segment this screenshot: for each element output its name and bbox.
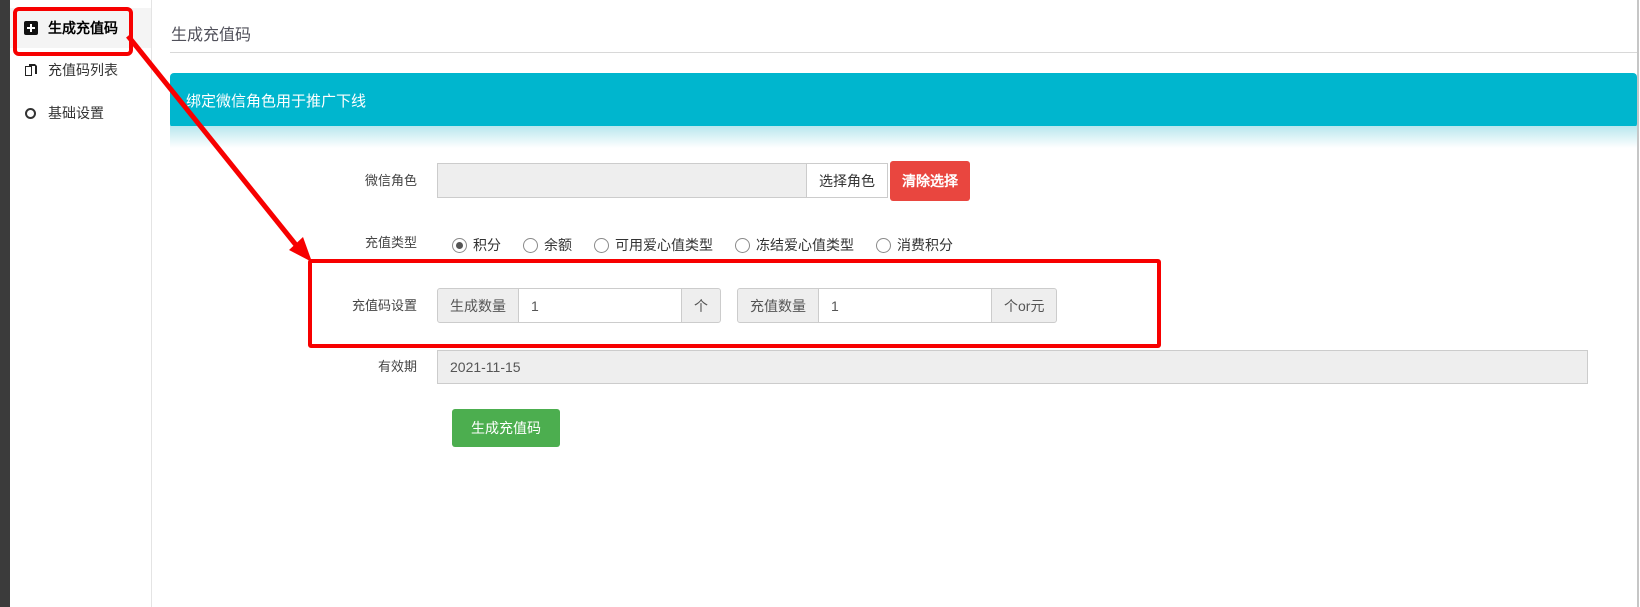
generate-quantity-input[interactable] <box>518 288 682 323</box>
banner-shadow <box>170 126 1637 148</box>
radio-option-label: 可用爱心值类型 <box>615 235 713 255</box>
info-banner: 绑定微信角色用于推广下线 <box>170 73 1637 128</box>
radio-unselected-icon <box>735 238 750 253</box>
radio-option-consume-points[interactable]: 消费积分 <box>876 235 953 255</box>
sidebar-item-label: 基础设置 <box>48 103 104 123</box>
scrollbar-track <box>1637 0 1639 607</box>
radio-option-label: 冻结爱心值类型 <box>756 235 854 255</box>
sidebar-item-generate-code[interactable]: 生成充值码 <box>10 8 151 48</box>
radio-option-frozen-love-value[interactable]: 冻结爱心值类型 <box>735 235 854 255</box>
radio-option-label: 积分 <box>473 235 501 255</box>
recharge-quantity-group: 充值数量 个or元 <box>737 288 1057 323</box>
generate-quantity-addon: 生成数量 <box>437 288 519 323</box>
sidebar: 生成充值码 充值码列表 基础设置 <box>10 0 152 607</box>
plus-square-icon <box>23 21 38 36</box>
wechat-role-input[interactable] <box>437 163 807 198</box>
radio-option-label: 消费积分 <box>897 235 953 255</box>
sidebar-item-label: 生成充值码 <box>48 18 118 38</box>
radio-selected-icon <box>452 238 467 253</box>
circle-icon <box>23 106 38 121</box>
radio-option-balance[interactable]: 余额 <box>523 235 572 255</box>
select-role-button[interactable]: 选择角色 <box>806 163 888 198</box>
sidebar-item-basic-settings[interactable]: 基础设置 <box>10 93 151 133</box>
recharge-quantity-unit: 个or元 <box>991 288 1057 323</box>
clear-selection-button[interactable]: 清除选择 <box>890 161 970 201</box>
generate-code-submit-button[interactable]: 生成充值码 <box>452 409 560 447</box>
window-edge-strip <box>0 0 10 607</box>
validity-label: 有效期 <box>297 360 417 374</box>
generate-quantity-unit: 个 <box>681 288 721 323</box>
radio-unselected-icon <box>523 238 538 253</box>
validity-date-input[interactable] <box>437 350 1588 384</box>
recharge-type-radio-group: 积分 余额 可用爱心值类型 冻结爱心值类型 消费积分 <box>452 235 953 255</box>
info-banner-text: 绑定微信角色用于推广下线 <box>186 90 366 111</box>
radio-option-points[interactable]: 积分 <box>452 235 501 255</box>
radio-unselected-icon <box>876 238 891 253</box>
recharge-quantity-addon: 充值数量 <box>737 288 819 323</box>
page-title: 生成充值码 <box>171 21 251 45</box>
code-settings-label: 充值码设置 <box>297 299 417 313</box>
sidebar-item-code-list[interactable]: 充值码列表 <box>10 50 151 90</box>
radio-option-label: 余额 <box>544 235 572 255</box>
wechat-role-label: 微信角色 <box>297 174 417 188</box>
generate-quantity-group: 生成数量 个 <box>437 288 721 323</box>
radio-option-available-love-value[interactable]: 可用爱心值类型 <box>594 235 713 255</box>
recharge-quantity-input[interactable] <box>818 288 992 323</box>
title-divider <box>170 52 1637 53</box>
copy-icon <box>23 63 38 78</box>
sidebar-item-label: 充值码列表 <box>48 60 118 80</box>
radio-unselected-icon <box>594 238 609 253</box>
recharge-type-label: 充值类型 <box>297 236 417 250</box>
